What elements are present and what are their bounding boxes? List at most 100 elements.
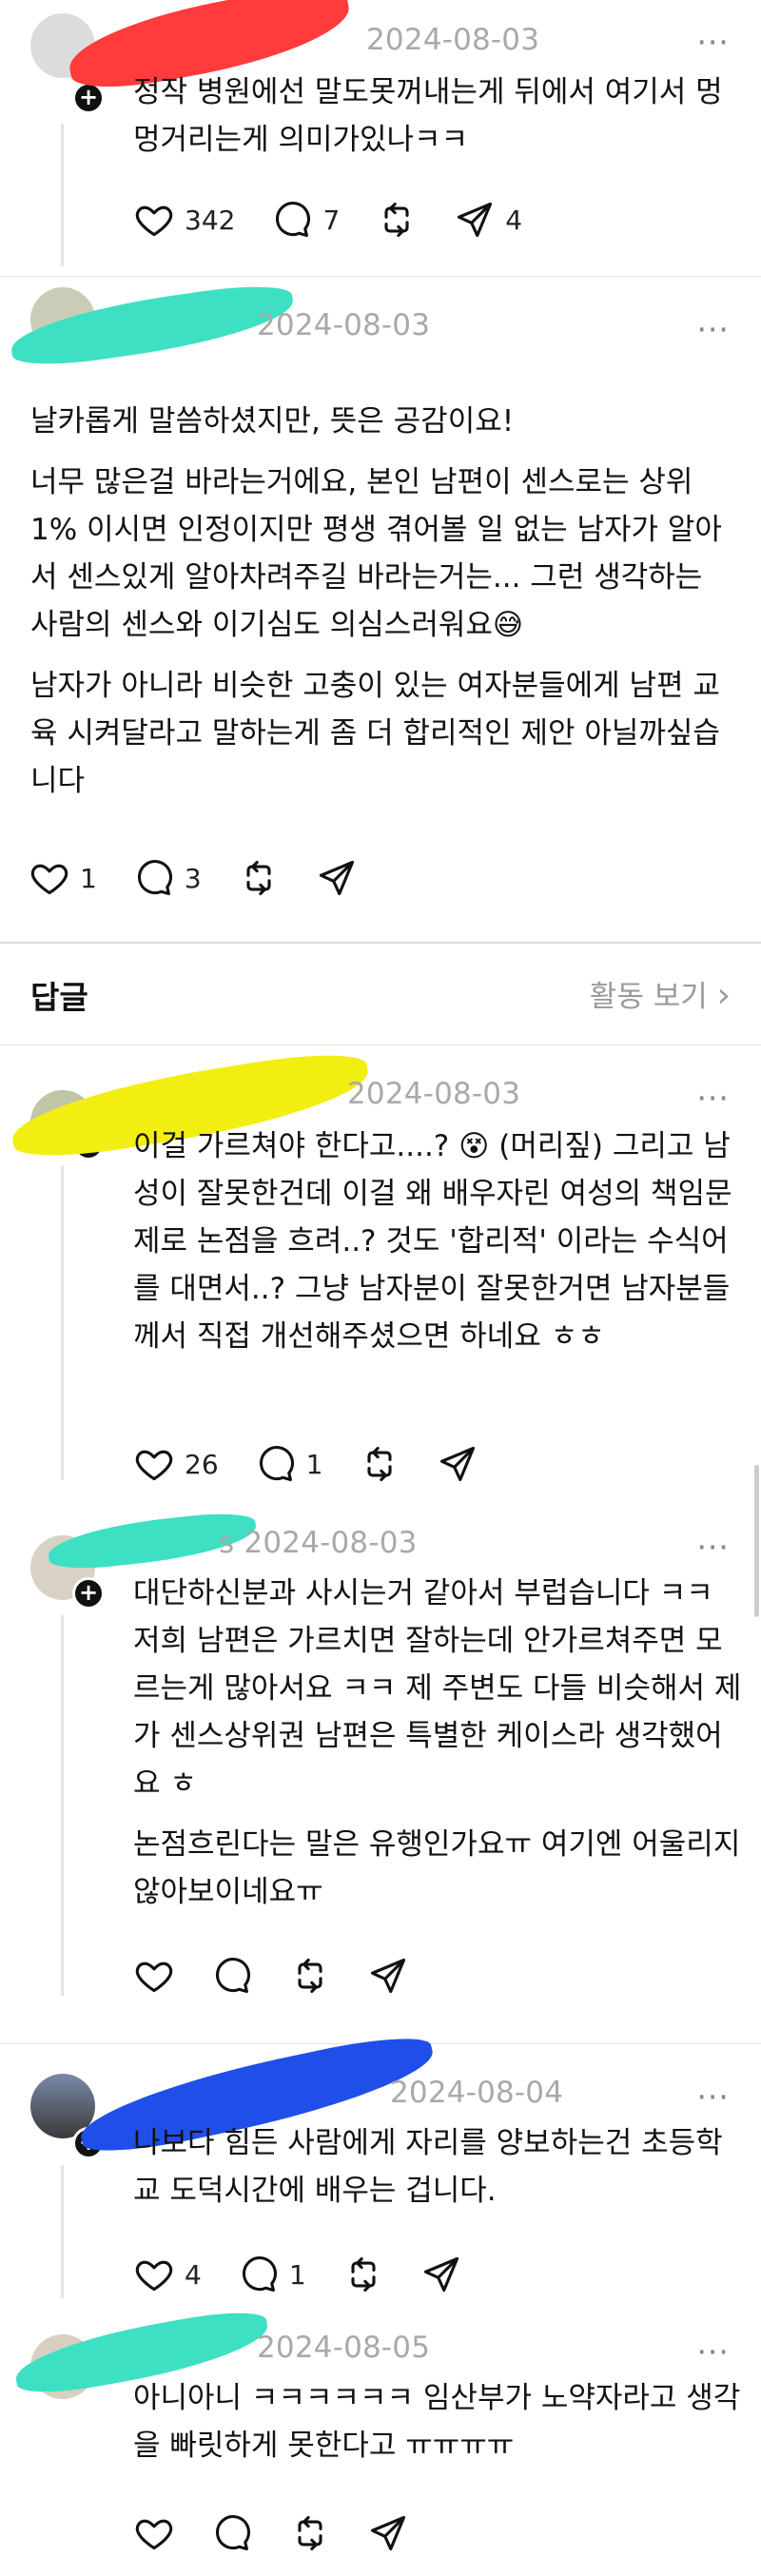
like-button[interactable]: 4 — [133, 2254, 202, 2295]
more-options-icon[interactable]: ⋯ — [696, 26, 731, 58]
share-button[interactable] — [367, 2512, 409, 2554]
replies-header: 답글 활동 보기 › — [0, 951, 761, 1027]
action-bar — [133, 2509, 445, 2557]
share-button[interactable] — [437, 1443, 478, 1485]
like-button[interactable] — [133, 1955, 175, 1997]
send-icon — [454, 199, 496, 241]
like-count: 26 — [185, 1448, 219, 1480]
post-text: 나보다 힘든 사람에게 자리를 양보하는건 초등학교 도덕시간에 배우는 겁니다… — [133, 2119, 742, 2228]
chevron-right-icon: › — [716, 976, 731, 1015]
heart-icon — [133, 199, 175, 241]
paragraph: 아니아니 ㅋㅋㅋㅋㅋㅋ 임산부가 노약자라고 생각을 빠릿하게 못한다고 ㅠㅠㅠ… — [133, 2381, 741, 2463]
send-icon — [367, 1955, 409, 1997]
more-options-icon[interactable]: ⋯ — [696, 2335, 731, 2368]
send-icon — [437, 1443, 478, 1485]
post-text: 아니아니 ㅋㅋㅋㅋㅋㅋ 임산부가 노약자라고 생각을 빠릿하게 못한다고 ㅠㅠㅠ… — [133, 2374, 742, 2483]
paragraph: 대단하신분과 사시는거 같아서 부럽습니다 ㅋㅋ 저희 남편은 가르치면 잘하는… — [133, 1576, 742, 1801]
thread-line — [61, 124, 64, 266]
paragraph: 나보다 힘든 사람에게 자리를 양보하는건 초등학교 도덕시간에 배우는 겁니다… — [133, 2126, 723, 2208]
post-date: 2024-08-05 — [257, 2331, 431, 2365]
share-button[interactable]: 4 — [454, 199, 522, 241]
like-button[interactable]: 1 — [29, 857, 97, 899]
repost-button[interactable] — [238, 857, 280, 899]
post-date: 2024-08-04 — [390, 2076, 564, 2110]
thread-line — [61, 2165, 64, 2298]
view-activity-link[interactable]: 활동 보기 › — [590, 972, 731, 1015]
view-activity-label: 활동 보기 — [589, 980, 708, 1014]
more-options-icon[interactable]: ⋯ — [696, 2080, 731, 2113]
paragraph: 정작 병원에선 말도못꺼내는게 뒤에서 여기서 멍멍거리는게 의미가있나ㅋㅋ — [133, 75, 723, 157]
post-date: 2024-08-03 — [347, 1077, 521, 1111]
like-button[interactable]: 26 — [133, 1443, 219, 1485]
post-date: s 2024-08-03 — [219, 1526, 418, 1560]
action-bar: 1 3 — [29, 854, 394, 902]
more-options-icon[interactable]: ⋯ — [696, 1082, 731, 1114]
comment-button[interactable]: 1 — [238, 2254, 306, 2295]
comment-icon — [271, 199, 313, 241]
comment-count: 1 — [288, 2258, 306, 2291]
repost-icon — [376, 199, 418, 241]
comment-button[interactable] — [211, 1955, 253, 1997]
post-date: 2024-08-03 — [366, 23, 540, 57]
comment-count: 1 — [305, 1448, 323, 1480]
action-bar: 4 1 — [133, 2251, 498, 2298]
share-button[interactable] — [367, 1955, 409, 1997]
post-text: 대단하신분과 사시는거 같아서 부럽습니다 ㅋㅋ 저희 남편은 가르치면 잘하는… — [133, 1570, 742, 1929]
comment-icon — [211, 1955, 253, 1997]
like-count: 1 — [80, 862, 97, 894]
post-item: 2024-08-05 ⋯ 아니아니 ㅋㅋㅋㅋㅋㅋ 임산부가 노약자라고 생각을 … — [0, 2304, 761, 2576]
more-options-icon[interactable]: ⋯ — [696, 1531, 731, 1563]
repost-icon — [342, 2254, 384, 2295]
comment-button[interactable]: 1 — [255, 1443, 323, 1485]
comment-count: 3 — [184, 862, 202, 894]
repost-icon — [289, 1955, 331, 1997]
date-label: 2024-08-03 — [244, 1526, 418, 1560]
heart-icon — [133, 2254, 175, 2295]
username-tail: s — [219, 1526, 235, 1560]
post-item: 2024-08-03 ⋯ 날카롭게 말씀하셨지만, 뜻은 공감이요! 너무 많은… — [0, 276, 761, 942]
repost-button[interactable] — [359, 1443, 400, 1485]
repost-button[interactable] — [289, 1955, 331, 1997]
comment-button[interactable]: 3 — [133, 857, 202, 899]
heart-icon — [133, 1443, 175, 1485]
comment-icon — [238, 2254, 280, 2295]
repost-icon — [359, 1443, 400, 1485]
comment-icon — [133, 857, 175, 899]
action-bar — [133, 1952, 445, 2000]
heart-icon — [29, 857, 70, 899]
post-text: 정작 병원에선 말도못꺼내는게 뒤에서 여기서 멍멍거리는게 의미가있나ㅋㅋ — [133, 68, 742, 177]
action-bar: 342 7 4 — [133, 196, 558, 244]
like-count: 4 — [185, 2258, 202, 2291]
repost-button[interactable] — [342, 2254, 384, 2295]
post-text: 날카롭게 말씀하셨지만, 뜻은 공감이요! 너무 많은걸 바라는거에요, 본인 … — [30, 398, 734, 818]
repost-button[interactable] — [376, 199, 418, 241]
heart-icon — [133, 2512, 175, 2554]
repost-button[interactable] — [289, 2512, 331, 2554]
action-bar: 26 1 — [133, 1440, 515, 1488]
post-item: + 2024-08-04 ⋯ 나보다 힘든 사람에게 자리를 양보하는건 초등학… — [0, 2027, 761, 2319]
more-options-icon[interactable]: ⋯ — [696, 313, 731, 345]
send-icon — [420, 2254, 462, 2295]
post-date: 2024-08-03 — [257, 308, 431, 342]
repost-icon — [289, 2512, 331, 2554]
replies-title: 답글 — [30, 979, 88, 1016]
send-icon — [316, 857, 358, 899]
scrollbar[interactable] — [754, 1465, 759, 1617]
follow-plus-icon[interactable]: + — [72, 82, 105, 114]
section-divider — [0, 942, 761, 944]
comment-icon — [255, 1443, 297, 1485]
comment-button[interactable]: 7 — [271, 199, 340, 241]
share-button[interactable] — [316, 857, 358, 899]
like-button[interactable] — [133, 2512, 175, 2554]
comment-button[interactable] — [211, 2512, 253, 2554]
heart-icon — [133, 1955, 175, 1997]
like-count: 342 — [185, 204, 236, 236]
post-item: + 2024-08-03 ⋯ 이걸 가르쳐야 한다고....? 😵 (머리짚) … — [0, 1044, 761, 1520]
repost-icon — [238, 857, 280, 899]
like-button[interactable]: 342 — [133, 199, 235, 241]
share-button[interactable] — [420, 2254, 462, 2295]
paragraph: 남자가 아니라 비슷한 고충이 있는 여자분들에게 남편 교육 시켜달라고 말하… — [30, 669, 720, 798]
thread-line — [61, 1166, 64, 1480]
comment-count: 7 — [322, 204, 341, 236]
follow-plus-icon[interactable]: + — [72, 1577, 105, 1610]
